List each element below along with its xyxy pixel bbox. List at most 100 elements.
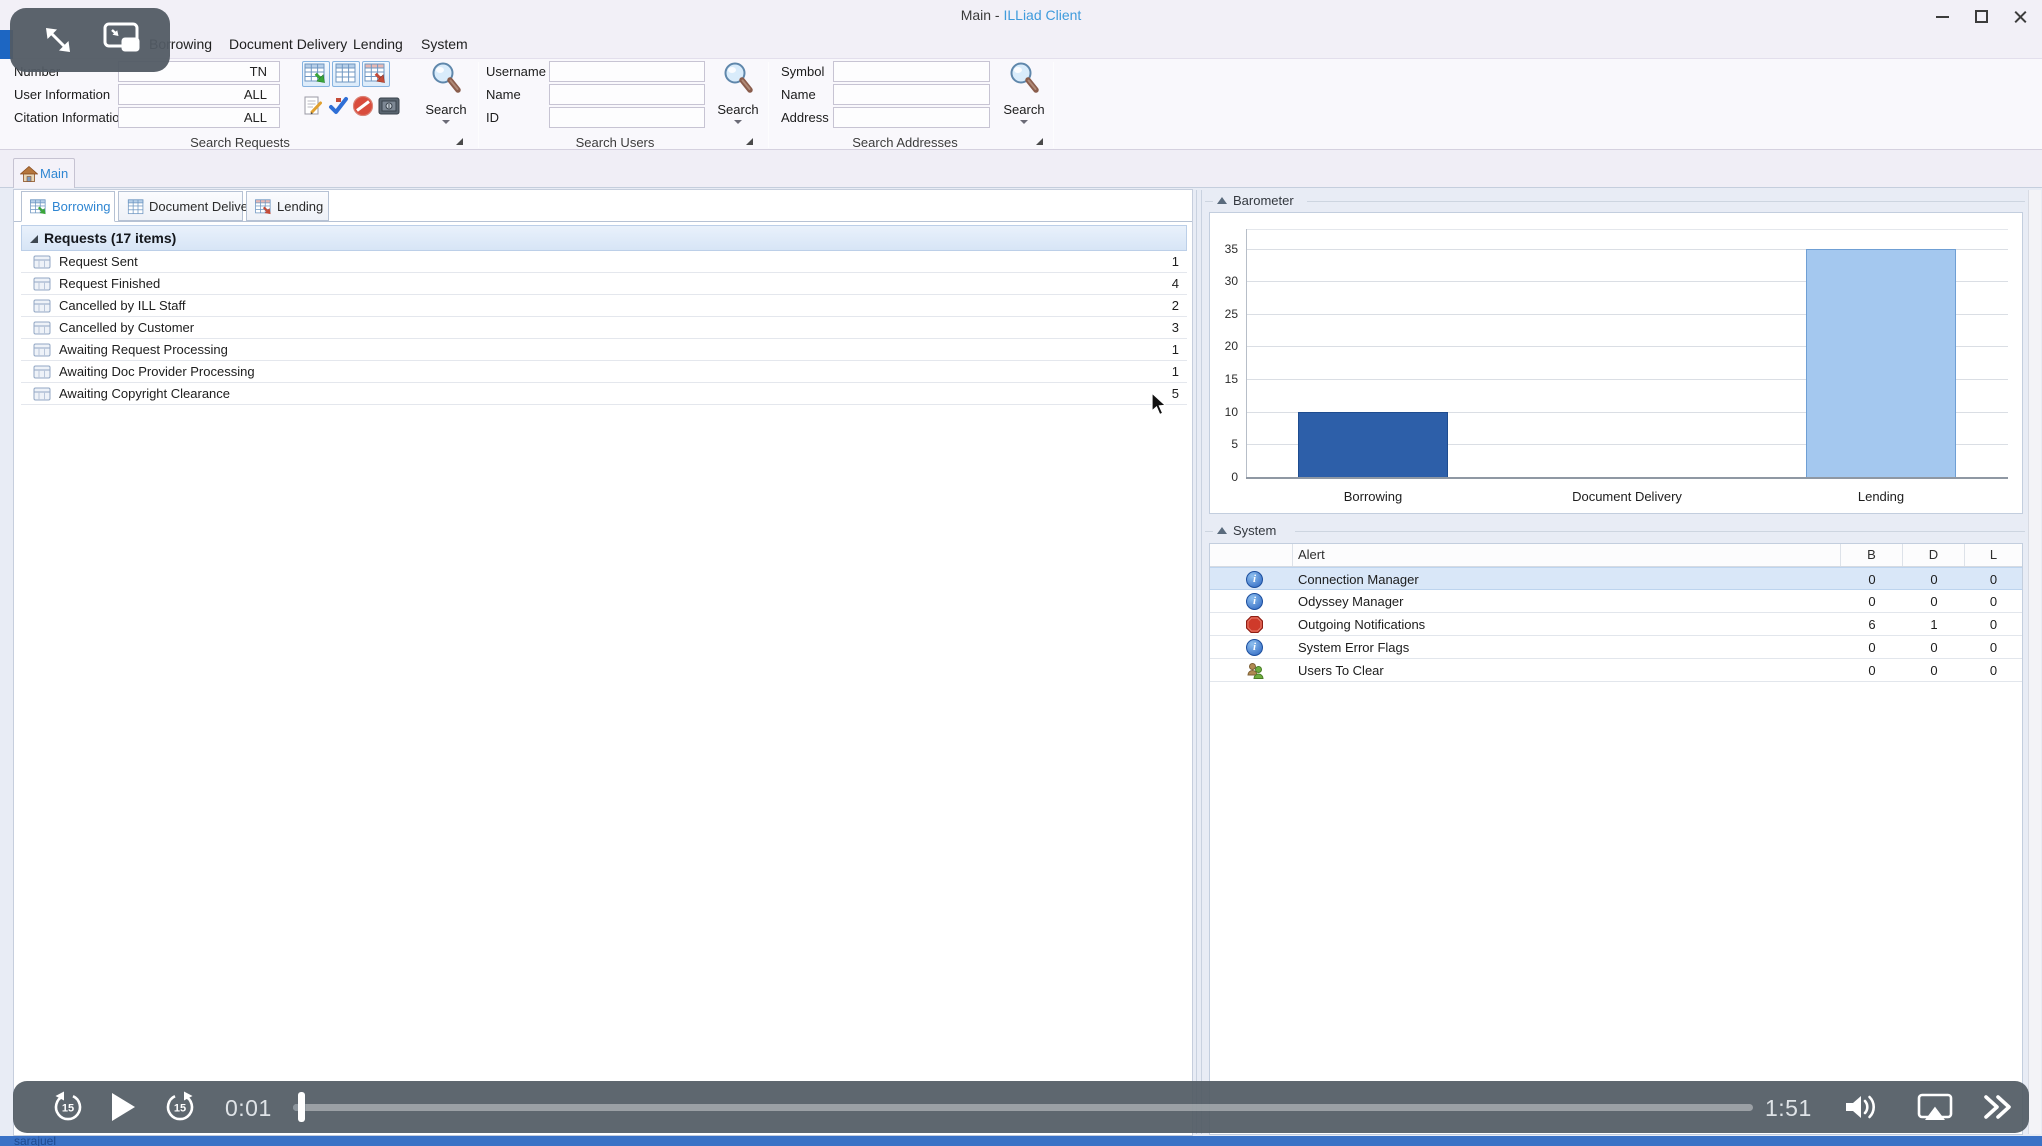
row-count: 5: [1172, 386, 1179, 401]
xlabel-lending: Lending: [1781, 489, 1981, 504]
ytick-35: 35: [1210, 242, 1238, 256]
info-icon: i: [1246, 593, 1263, 610]
rewind-15-button[interactable]: 15: [51, 1090, 85, 1129]
close-button[interactable]: [2007, 9, 2033, 25]
panel-splitter-line: [1201, 190, 1202, 1134]
progress-track[interactable]: [293, 1104, 1753, 1111]
bar-borrowing: [1298, 412, 1448, 477]
forward-15-button[interactable]: 15: [163, 1090, 197, 1129]
request-queue-icon: [33, 365, 51, 379]
system-row-users-to-clear[interactable]: Users To Clear 0 0 0: [1210, 659, 2022, 682]
player-topleft-controls: [10, 8, 170, 72]
row-count: 1: [1172, 364, 1179, 379]
info-icon: i: [1246, 639, 1263, 656]
id-field[interactable]: [549, 107, 705, 128]
tab-borrowing[interactable]: Borrowing: [21, 191, 115, 222]
tab-lending[interactable]: Lending: [246, 191, 329, 221]
ribbon-tab-system[interactable]: System: [416, 30, 473, 58]
group-expanded-icon: [30, 235, 38, 243]
requests-group-header[interactable]: Requests (17 items): [21, 225, 1187, 251]
row-count: 1: [1172, 342, 1179, 357]
maximize-icon: [1975, 10, 1988, 23]
more-controls-button[interactable]: [1981, 1092, 2015, 1127]
list-item-awaiting-request-processing[interactable]: Awaiting Request Processing 1: [21, 339, 1187, 361]
vault-icon[interactable]: [377, 95, 399, 117]
system-row-outgoing-notifications[interactable]: Outgoing Notifications 6 1 0: [1210, 613, 2022, 636]
field-label-address: Address: [781, 108, 829, 128]
rewind-15-icon: 15: [51, 1090, 85, 1124]
route-check-icon[interactable]: [327, 95, 349, 117]
edit-note-icon[interactable]: [302, 95, 324, 117]
borrowing-grid-button[interactable]: [302, 61, 330, 87]
airplay-button[interactable]: [1917, 1093, 1953, 1126]
search-addresses-button[interactable]: Search: [998, 60, 1050, 134]
col-icon: [1210, 544, 1293, 566]
ytick-0: 0: [1210, 470, 1238, 484]
search-dropdown-arrow: [1020, 120, 1028, 124]
citation-information-field[interactable]: ALL: [118, 107, 280, 128]
ribbon-tab-document-delivery[interactable]: Document Delivery: [224, 30, 352, 58]
system-row-odyssey-manager[interactable]: i Odyssey Manager 0 0 0: [1210, 590, 2022, 613]
ribbon-group-separator: [1053, 62, 1054, 148]
tab-borrowing-label: Borrowing: [52, 199, 111, 214]
double-chevron-icon: [1981, 1092, 2015, 1122]
ribbon: Number User Information Citation Informa…: [0, 59, 2042, 150]
maximize-button[interactable]: [1968, 9, 1994, 25]
stop-icon: [1246, 616, 1263, 633]
ytick-15: 15: [1210, 372, 1238, 386]
requests-list: Request Sent 1 Request Finished 4 Cancel…: [21, 251, 1187, 405]
request-queue-icon: [33, 255, 51, 269]
panel-splitter[interactable]: [1196, 190, 1197, 1134]
lending-grid-button[interactable]: [362, 61, 390, 87]
users-icon: [1246, 662, 1264, 679]
minimize-icon: [1936, 16, 1949, 18]
info-icon: i: [1246, 571, 1263, 588]
symbol-field[interactable]: [833, 61, 990, 82]
list-item-request-sent[interactable]: Request Sent 1: [21, 251, 1187, 273]
tab-main[interactable]: Main: [13, 158, 75, 189]
ribbon-tab-lending[interactable]: Lending: [348, 30, 408, 58]
picture-in-picture-button[interactable]: [102, 20, 142, 60]
user-name-field[interactable]: [549, 84, 705, 105]
right-scrollbar[interactable]: [2028, 190, 2041, 1134]
play-icon: [109, 1091, 137, 1123]
volume-button[interactable]: [1843, 1092, 1881, 1127]
address-name-field[interactable]: [833, 84, 990, 105]
request-queue-icon: [33, 343, 51, 357]
ytick-5: 5: [1210, 437, 1238, 451]
list-item-awaiting-doc-provider-processing[interactable]: Awaiting Doc Provider Processing 1: [21, 361, 1187, 383]
search-requests-dialog-launcher[interactable]: [456, 138, 463, 145]
user-information-field[interactable]: ALL: [118, 84, 280, 105]
list-item-awaiting-copyright-clearance[interactable]: Awaiting Copyright Clearance 5: [21, 383, 1187, 405]
search-requests-button[interactable]: Search: [420, 60, 472, 134]
picture-in-picture-icon: [102, 20, 144, 56]
collapse-icon: [1217, 527, 1227, 534]
list-item-cancelled-by-ill-staff[interactable]: Cancelled by ILL Staff 2: [21, 295, 1187, 317]
search-users-dialog-launcher[interactable]: [746, 138, 753, 145]
address-field[interactable]: [833, 107, 990, 128]
minimize-button[interactable]: [1929, 9, 1955, 25]
list-item-cancelled-by-customer[interactable]: Cancelled by Customer 3: [21, 317, 1187, 339]
row-count: 4: [1172, 276, 1179, 291]
svg-text:15: 15: [174, 1103, 186, 1115]
play-button[interactable]: [109, 1091, 137, 1128]
request-queue-icon: [33, 387, 51, 401]
progress-scrubber[interactable]: [298, 1092, 305, 1122]
search-addresses-dialog-launcher[interactable]: [1036, 138, 1043, 145]
document-delivery-tab-icon: [126, 198, 146, 217]
barometer-group-header[interactable]: Barometer: [1205, 193, 2030, 209]
fullscreen-button[interactable]: [38, 20, 78, 60]
system-row-system-error-flags[interactable]: i System Error Flags 0 0 0: [1210, 636, 2022, 659]
status-bar: sarajuel: [0, 1136, 2042, 1146]
tab-lending-label: Lending: [277, 199, 323, 214]
document-delivery-grid-button[interactable]: [332, 61, 360, 87]
field-label-address-name: Name: [781, 85, 816, 105]
search-users-button[interactable]: Search: [712, 60, 764, 134]
system-group-header[interactable]: System: [1205, 523, 2030, 539]
cancel-icon[interactable]: [352, 95, 374, 117]
tab-document-delivery[interactable]: Document Delivery: [118, 191, 243, 221]
list-item-request-finished[interactable]: Request Finished 4: [21, 273, 1187, 295]
username-field[interactable]: [549, 61, 705, 82]
row-count: 3: [1172, 320, 1179, 335]
system-row-connection-manager[interactable]: i Connection Manager 0 0 0: [1210, 567, 2022, 590]
